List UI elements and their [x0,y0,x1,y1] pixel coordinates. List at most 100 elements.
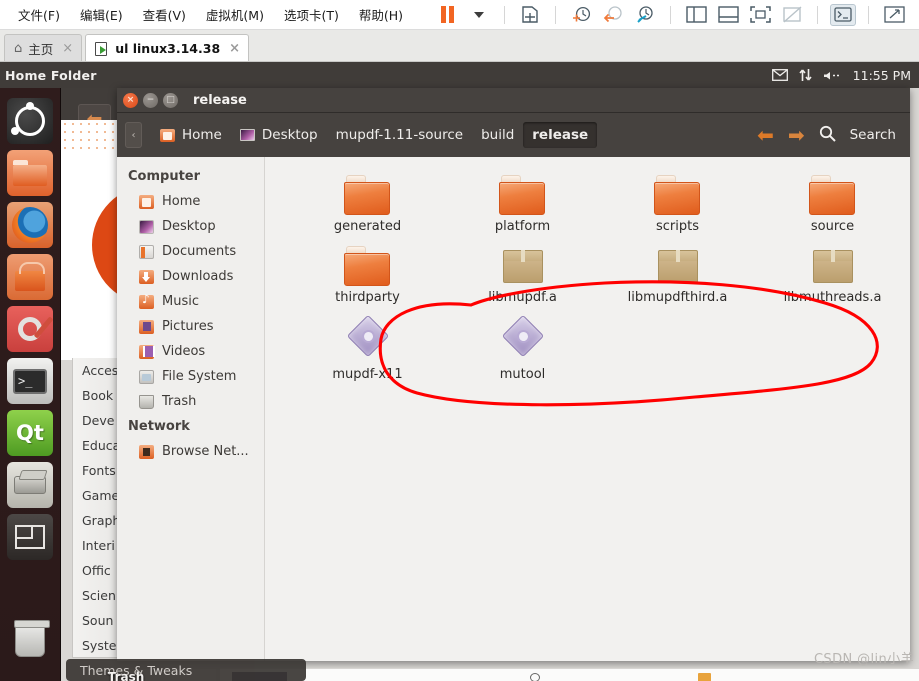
search-icon[interactable] [819,125,836,146]
file-manager-titlebar[interactable]: × − □ release [117,88,910,113]
menu-help[interactable]: 帮助(H) [349,2,413,27]
archive-icon [499,246,547,286]
maximize-icon[interactable]: □ [163,92,178,108]
sidebar-item-music[interactable]: Music [117,289,264,314]
menu-view[interactable]: 查看(V) [133,2,196,27]
bg-menu-item-4[interactable]: Fonts [73,458,121,483]
show-sidebar-icon[interactable] [683,4,709,26]
file-item-libmupdfthird-a[interactable]: libmupdfthird.a [600,246,755,305]
launcher-terminal[interactable]: >_ [7,358,53,404]
file-manager-icon-view[interactable]: generated platform scripts source thirdp… [265,157,910,661]
bottom-taskbar-strip[interactable] [220,668,919,681]
breadcrumb-desktop[interactable]: Desktop [231,122,327,148]
videos-icon [139,344,155,359]
sidebar-item-downloads[interactable]: Downloads [117,264,264,289]
stretch-view-icon[interactable] [881,4,907,26]
messaging-icon[interactable] [771,69,788,81]
workspace-grid-icon [15,525,45,549]
tab-vm-ul-linux[interactable]: ul linux3.14.38 × [85,34,250,61]
bg-menu-item-10[interactable]: Soun [73,608,121,633]
snapshot-manager-icon[interactable] [632,4,658,26]
bg-menu-item-8[interactable]: Offic [73,558,121,583]
sidebar-item-browse-network[interactable]: Browse Net... [117,439,264,464]
bg-menu-item-11[interactable]: Syste [73,633,121,658]
launcher-firefox[interactable] [7,202,53,248]
tab-close-icon[interactable]: × [59,41,73,56]
show-console-icon[interactable] [715,4,741,26]
console-view-icon[interactable] [830,3,857,26]
panel-app-title[interactable]: Home Folder [0,68,97,83]
launcher-software-center[interactable] [7,254,53,300]
pause-icon[interactable] [434,4,460,26]
sidebar-item-videos[interactable]: Videos [117,339,264,364]
taskbar-item-2[interactable] [530,673,540,681]
back-button[interactable]: ⬅ [757,125,774,145]
unity-mode-icon[interactable] [779,4,805,26]
tab-close-icon-2[interactable]: × [226,41,240,56]
volume-icon[interactable] [823,69,842,82]
clock[interactable]: 11:55 PM [853,68,911,83]
view-caret-icon[interactable] [913,4,919,26]
music-icon [139,292,154,309]
launcher-qt-creator[interactable]: Qt [7,410,53,456]
tab-home[interactable]: ⌂ 主页 × [4,34,83,61]
minimize-icon[interactable]: − [143,92,158,108]
breadcrumb-release[interactable]: release [523,122,598,148]
file-item-mutool[interactable]: mutool [445,314,600,382]
sidebar-item-desktop[interactable]: Desktop [117,214,264,239]
bg-menu-item-0[interactable]: Acces [73,358,121,383]
sidebar-item-pictures[interactable]: Pictures [117,314,264,339]
bg-menu-item-5[interactable]: Game [73,483,121,508]
file-item-thirdparty[interactable]: thirdparty [290,246,445,305]
sidebar-item-documents[interactable]: Documents [117,239,264,264]
file-item-platform[interactable]: platform [445,175,600,234]
bg-menu-item-6[interactable]: Graph [73,508,121,533]
network-icon[interactable] [799,68,812,82]
dropdown-caret-icon[interactable] [466,4,492,26]
desktop-icon [139,219,154,234]
revert-snapshot-icon[interactable] [600,4,626,26]
background-application-menu[interactable]: Acces Book Deve Educa Fonts Game Graph I… [72,358,122,658]
forward-button[interactable]: ➡ [788,125,805,145]
file-item-mupdf-x11[interactable]: mupdf-x11 [290,314,445,382]
file-item-scripts[interactable]: scripts [600,175,755,234]
file-item-libmuthreads-a[interactable]: libmuthreads.a [755,246,910,305]
launcher-ubuntu-dash[interactable] [7,98,53,144]
file-grid: generated platform scripts source thirdp… [265,157,910,382]
sidebar-item-label: Music [162,294,199,309]
launcher-scanner[interactable] [7,462,53,508]
close-icon[interactable]: × [123,92,138,108]
menu-tabs[interactable]: 选项卡(T) [274,2,349,27]
sidebar-heading-computer: Computer [128,169,201,184]
launcher-files[interactable] [7,150,53,196]
bg-menu-item-1[interactable]: Book [73,383,121,408]
menu-edit[interactable]: 编辑(E) [70,2,133,27]
sidebar-item-trash[interactable]: Trash [117,389,264,414]
breadcrumb-build[interactable]: build [472,122,523,148]
file-item-libmupdf-a[interactable]: libmupdf.a [445,246,600,305]
take-snapshot-icon[interactable] [568,4,594,26]
bg-menu-item-7[interactable]: Interi [73,533,121,558]
file-item-source[interactable]: source [755,175,910,234]
launcher-trash[interactable] [7,618,53,664]
sidebar-item-home[interactable]: Home [117,189,264,214]
fullscreen-icon[interactable] [747,4,773,26]
breadcrumb-mupdf-source[interactable]: mupdf-1.11-source [327,122,473,148]
search-label[interactable]: Search [850,127,896,143]
taskbar-item-3[interactable] [698,673,711,681]
bg-menu-item-2[interactable]: Deve [73,408,121,433]
sidebar-item-file-system[interactable]: File System [117,364,264,389]
breadcrumb: Home Desktop mupdf-1.11-source build rel… [151,122,598,148]
launcher-settings[interactable] [7,306,53,352]
launcher-workspace-switcher[interactable] [7,514,53,560]
menu-vm[interactable]: 虚拟机(M) [196,2,274,27]
ubuntu-logo-icon [11,102,45,136]
sidebar-item-label: Documents [162,244,237,259]
bg-menu-item-3[interactable]: Educa [73,433,121,458]
breadcrumb-collapse-button[interactable]: ‹ [125,122,142,148]
snapshot-icon[interactable] [517,4,543,26]
breadcrumb-home[interactable]: Home [151,122,231,148]
bg-menu-item-9[interactable]: Scien [73,583,121,608]
menu-file[interactable]: 文件(F) [8,2,70,27]
file-item-generated[interactable]: generated [290,175,445,234]
